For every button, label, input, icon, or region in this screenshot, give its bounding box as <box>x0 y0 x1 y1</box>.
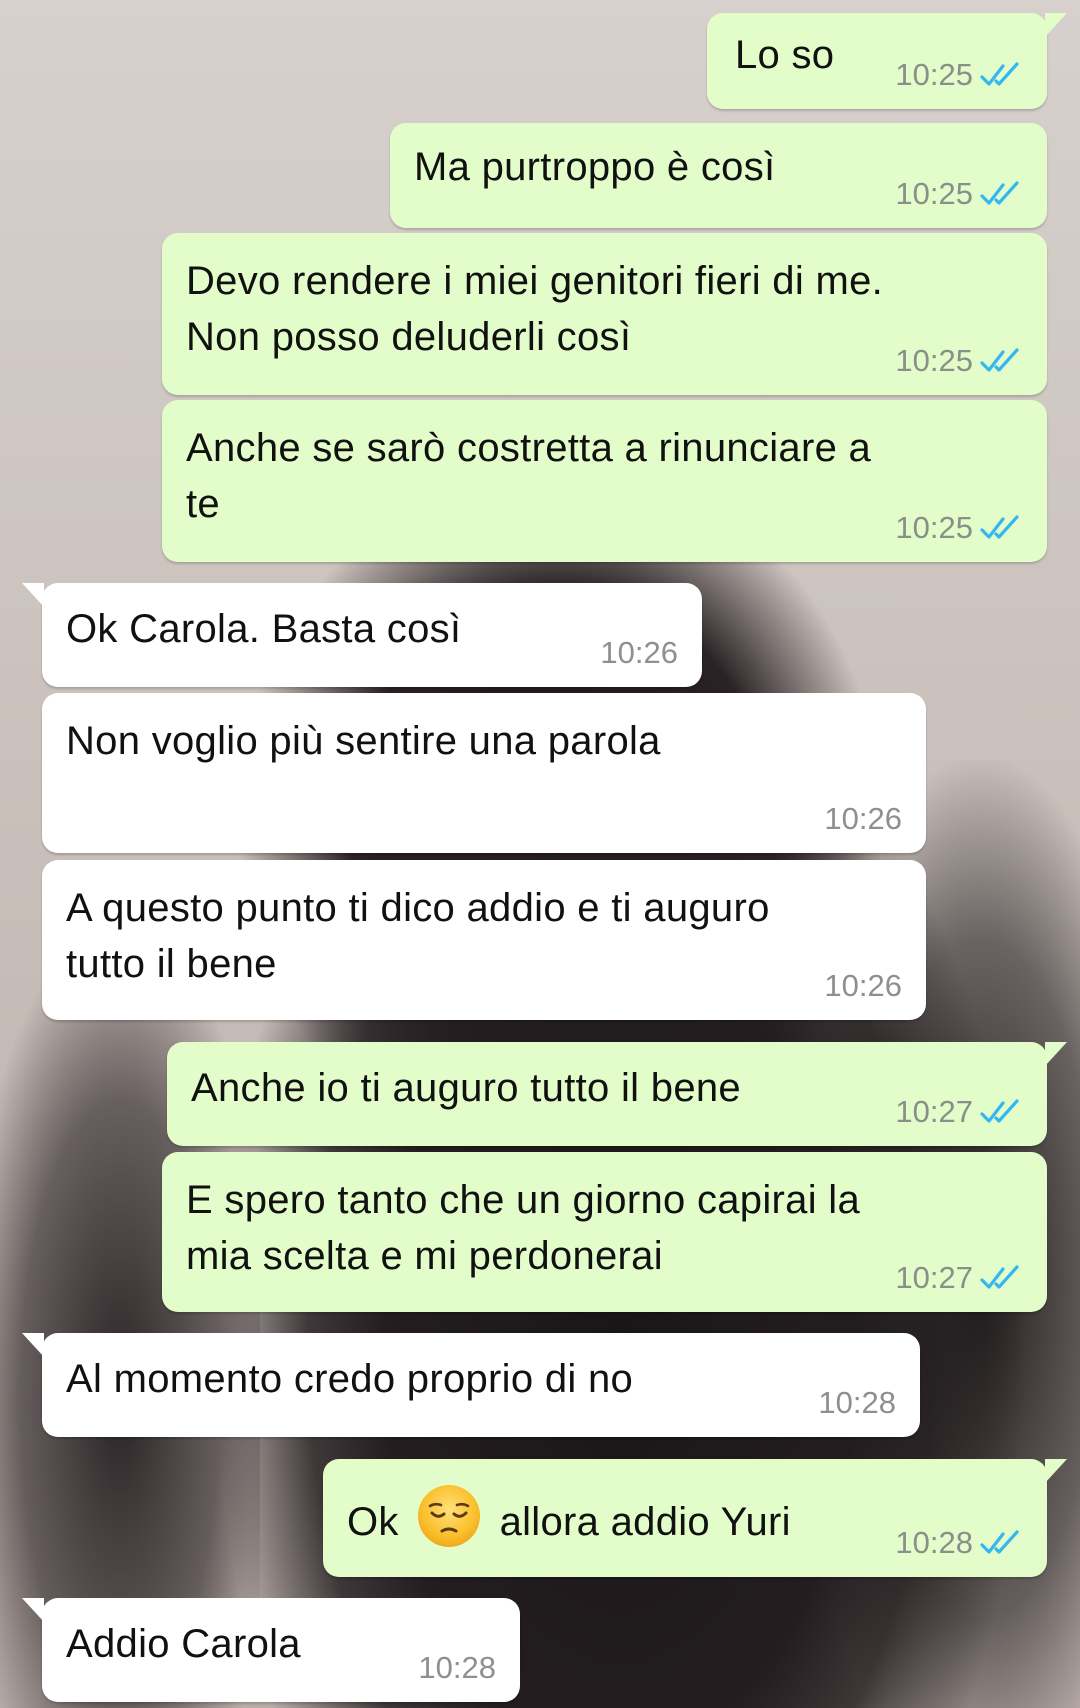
message-text: Ok allora addio Yuri <box>347 1483 791 1550</box>
read-double-check-icon <box>980 1265 1019 1289</box>
message-text: Non voglio più sentire una parola <box>66 719 661 763</box>
message-time: 10:27 <box>895 1260 973 1295</box>
message-meta: 10:26 <box>600 635 678 671</box>
outgoing-message[interactable]: Lo so 10:25 <box>707 13 1067 109</box>
message-time: 10:26 <box>824 801 902 836</box>
outgoing-message[interactable]: Devo rendere i miei genitori fieri di me… <box>162 233 1047 395</box>
message-meta: 10:25 <box>895 176 1025 212</box>
message-time: 10:28 <box>895 1525 973 1560</box>
message-meta: 10:27 <box>895 1260 1025 1296</box>
message-meta: 10:27 <box>895 1094 1025 1130</box>
read-double-check-icon <box>980 181 1019 205</box>
incoming-message[interactable]: Al momento credo proprio di no 10:28 <box>22 1333 920 1437</box>
message-time: 10:25 <box>895 510 973 545</box>
message-text: Ma purtroppo è così <box>414 145 776 189</box>
message-time: 10:25 <box>895 57 973 92</box>
message-time: 10:26 <box>600 635 678 670</box>
read-double-check-icon <box>980 348 1019 372</box>
message-meta: 10:25 <box>895 343 1025 379</box>
message-meta: 10:25 <box>895 510 1025 546</box>
message-text: Ok Carola. Basta così <box>66 607 462 651</box>
read-double-check-icon <box>980 1099 1019 1123</box>
outgoing-message[interactable]: Ma purtroppo è così 10:25 <box>390 123 1047 228</box>
message-text-part: Ok <box>347 1500 399 1544</box>
message-text: E spero tanto che un giorno capirai la m… <box>186 1178 861 1278</box>
message-meta: 10:26 <box>824 801 902 837</box>
message-text: A questo punto ti dico addio e ti auguro… <box>66 886 770 986</box>
outgoing-message[interactable]: Ok allora addio Yuri 10:28 <box>323 1459 1067 1577</box>
message-meta: 10:28 <box>818 1385 896 1421</box>
read-double-check-icon <box>980 1530 1019 1554</box>
message-text: Anche io ti auguro tutto il bene <box>191 1066 741 1110</box>
message-text: Anche se sarò costretta a rinunciare a t… <box>186 426 872 526</box>
outgoing-message[interactable]: E spero tanto che un giorno capirai la m… <box>162 1152 1047 1312</box>
outgoing-message[interactable]: Anche se sarò costretta a rinunciare a t… <box>162 400 1047 562</box>
message-time: 10:25 <box>895 176 973 211</box>
read-double-check-icon <box>980 62 1019 86</box>
message-time: 10:27 <box>895 1094 973 1129</box>
pensive-face-emoji <box>418 1485 481 1547</box>
message-time: 10:28 <box>818 1385 896 1420</box>
message-meta: 10:26 <box>824 968 902 1004</box>
message-time: 10:25 <box>895 343 973 378</box>
message-meta: 10:25 <box>895 57 1025 93</box>
message-text: Al momento credo proprio di no <box>66 1357 634 1401</box>
message-list[interactable]: Lo so 10:25 Ma purtroppo è così 10:25 De… <box>0 0 1080 1708</box>
incoming-message[interactable]: A questo punto ti dico addio e ti auguro… <box>42 860 926 1020</box>
message-text: Addio Carola <box>66 1622 301 1666</box>
message-time: 10:26 <box>824 968 902 1003</box>
message-text-part: allora addio Yuri <box>499 1500 791 1544</box>
incoming-message[interactable]: Addio Carola 10:28 <box>22 1598 520 1702</box>
incoming-message[interactable]: Non voglio più sentire una parola 10:26 <box>42 693 926 853</box>
read-double-check-icon <box>980 515 1019 539</box>
message-time: 10:28 <box>418 1650 496 1685</box>
outgoing-message[interactable]: Anche io ti auguro tutto il bene 10:27 <box>167 1042 1067 1146</box>
message-meta: 10:28 <box>418 1650 496 1686</box>
message-text: Devo rendere i miei genitori fieri di me… <box>186 259 884 359</box>
message-text: Lo so <box>735 33 835 77</box>
incoming-message[interactable]: Ok Carola. Basta così 10:26 <box>22 583 702 687</box>
message-meta: 10:28 <box>895 1525 1025 1561</box>
